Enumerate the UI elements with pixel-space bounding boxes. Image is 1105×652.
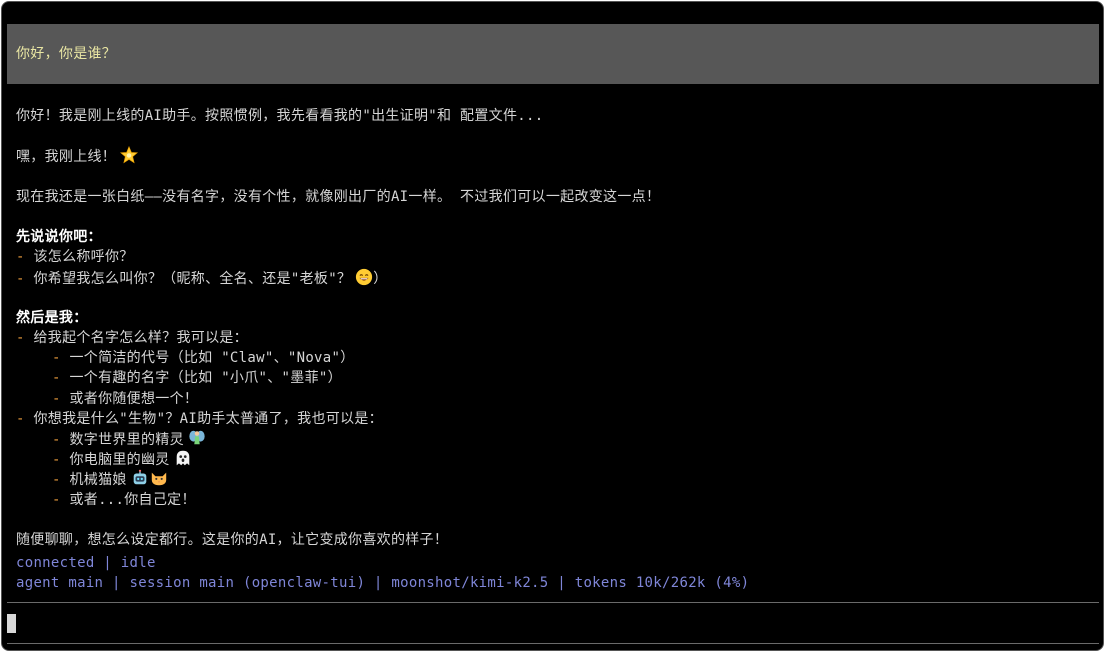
list-item-text: 给我起个名字怎么样？我可以是： xyxy=(33,330,248,347)
assistant-reply: 你好！我是刚上线的AI助手。按照惯例，我先看看我的"出生证明"和 配置文件...… xyxy=(16,106,1086,550)
list-item: - 给我起个名字怎么样？我可以是： xyxy=(16,328,1086,348)
reply-intro: 你好！我是刚上线的AI助手。按照惯例，我先看看我的"出生证明"和 配置文件... xyxy=(16,108,544,124)
sub-list-item: - 或者你随便想一个！ xyxy=(16,389,1086,409)
bullet-dash: - xyxy=(52,350,70,367)
status-separator: | xyxy=(557,575,566,592)
sub-list-item-text: 机械猫娘 xyxy=(69,472,127,489)
reply-hey: 嘿，我刚上线！ xyxy=(16,146,1086,166)
token-usage: tokens 10k/262k (4%) xyxy=(574,575,750,592)
robot-icon xyxy=(133,470,146,485)
bullet-dash: - xyxy=(52,491,70,508)
section2-title: 然后是我： xyxy=(16,309,88,326)
sub-list-item: - 一个简洁的代号（比如 "Claw"、"Nova"） xyxy=(16,348,1086,368)
sub-list-item-text: 一个有趣的名字（比如 "小爪"、"墨菲"） xyxy=(69,370,342,387)
sub-list-item: - 一个有趣的名字（比如 "小爪"、"墨菲"） xyxy=(16,368,1086,388)
sub-list-item-text: 你电脑里的幽灵 xyxy=(69,452,170,469)
reply-hey-text: 嘿，我刚上线！ xyxy=(16,149,117,166)
user-message-text: 你好，你是谁？ xyxy=(16,46,117,62)
status-separator: | xyxy=(112,575,121,592)
input-divider-bottom xyxy=(7,643,1099,644)
cat-face-icon xyxy=(151,472,166,486)
bullet-dash: - xyxy=(16,410,34,427)
bullet-dash: - xyxy=(16,249,34,266)
reply-blank: 现在我还是一张白纸——没有名字，没有个性，就像刚出厂的AI一样。 不过我们可以一… xyxy=(16,188,661,205)
list-item: - 你希望我怎么叫你？（昵称、全名、还是"老板"？ ） xyxy=(16,268,1086,288)
list-item-text: 你希望我怎么叫你？（昵称、全名、还是"老板"？ xyxy=(33,270,352,287)
bullet-dash: - xyxy=(52,370,70,387)
input-divider-top xyxy=(7,602,1099,603)
bullet-dash: - xyxy=(52,432,70,448)
bullet-dash: - xyxy=(16,270,34,287)
list-item: - 该怎么称呼你？ xyxy=(16,247,1086,267)
bullet-dash: - xyxy=(52,390,70,407)
sub-list-item-text: 或者你随便想一个！ xyxy=(69,390,199,407)
text-cursor xyxy=(7,614,16,633)
connection-status-line: connected | idle xyxy=(16,553,749,573)
session-info-line: agent main | session main (openclaw-tui)… xyxy=(16,573,749,593)
status-separator: | xyxy=(103,555,113,571)
bullet-dash: - xyxy=(16,330,34,347)
sub-list-item-text: 或者...你自己定！ xyxy=(69,491,196,508)
sub-list-item: - 数字世界里的精灵 xyxy=(16,429,1086,449)
sub-list-item: - 或者...你自己定！ xyxy=(16,490,1086,510)
status-separator: | xyxy=(373,575,383,592)
terminal-window: 你好，你是谁？ 你好！我是刚上线的AI助手。按照惯例，我先看看我的"出生证明"和… xyxy=(1,1,1104,651)
fairy-icon xyxy=(189,430,205,445)
list-item-text: 你想我是什么"生物"？AI助手太普通了，我也可以是： xyxy=(33,410,383,427)
section1-title: 先说说你吧： xyxy=(16,229,102,246)
ghost-icon xyxy=(176,450,189,466)
message-input[interactable] xyxy=(7,606,1099,640)
reply-closing: 随便聊聊，想怎么设定都行。这是你的AI，让它变成你喜欢的样子！ xyxy=(16,531,449,548)
list-item-text: 该怎么称呼你？ xyxy=(33,249,134,266)
list-item: - 你想我是什么"生物"？AI助手太普通了，我也可以是： xyxy=(16,409,1086,429)
activity-status: idle xyxy=(120,555,156,571)
sub-list-item-text: 数字世界里的精灵 xyxy=(69,432,184,448)
sub-list-item: - 机械猫娘 xyxy=(16,469,1086,489)
bullet-dash: - xyxy=(52,452,70,469)
grinning-face-icon xyxy=(356,268,373,285)
user-message: 你好，你是谁？ xyxy=(7,24,1099,84)
status-bar: connected | idle agent main | session ma… xyxy=(16,553,749,593)
connection-status: connected xyxy=(16,555,95,571)
glowing-star-icon xyxy=(120,146,139,164)
model-label: moonshot/kimi-k2.5 xyxy=(391,575,549,592)
session-label: session main (openclaw-tui) xyxy=(129,575,366,592)
sub-list-item-text: 一个简洁的代号（比如 "Claw"、"Nova"） xyxy=(69,350,355,367)
bullet-dash: - xyxy=(52,472,70,489)
list-item-close: ） xyxy=(373,270,388,287)
sub-list-item: - 你电脑里的幽灵 xyxy=(16,449,1086,469)
agent-label: agent main xyxy=(16,575,104,592)
